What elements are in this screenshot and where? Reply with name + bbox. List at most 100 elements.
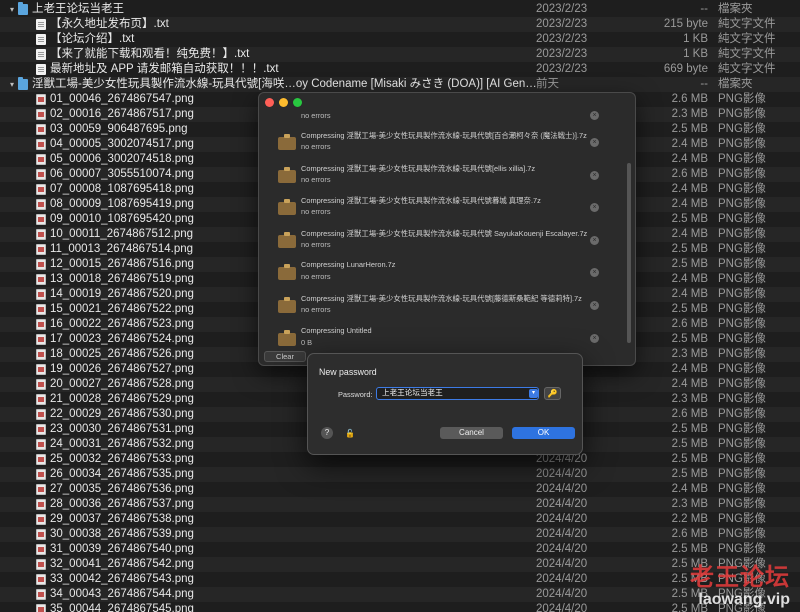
disclosure-chevron-icon [25, 452, 35, 467]
text-file-icon [36, 64, 46, 75]
image-file-icon [36, 379, 46, 390]
disclosure-chevron-icon[interactable]: ▾ [7, 2, 17, 17]
file-kind: PNG影像 [718, 228, 766, 240]
file-kind: PNG影像 [718, 453, 766, 465]
disclosure-chevron-icon [25, 437, 35, 452]
archive-icon [277, 295, 297, 315]
file-size: 2.4 MB [671, 378, 708, 390]
file-size: -- [700, 3, 708, 15]
file-kind: PNG影像 [718, 513, 766, 525]
file-kind: 純文字文件 [718, 18, 776, 30]
disclosure-chevron-icon[interactable]: ▾ [7, 77, 17, 92]
file-size: 2.4 MB [671, 483, 708, 495]
file-row[interactable]: 27_00035_2674867536.png 2024/4/20 2.4 MB PN… [0, 482, 800, 497]
stop-icon[interactable]: × [590, 138, 599, 147]
file-row[interactable]: 30_00038_2674867539.png 2024/4/20 2.6 MB PN… [0, 527, 800, 542]
file-kind: PNG影像 [718, 393, 766, 405]
task-name: Compressing 淫獸工場-美少女性玩具製作流水線-玩具代號暮城 真理奈.… [301, 196, 541, 206]
file-row[interactable]: 【永久地址发布页】.txt 2023/2/23 215 byte 純文字文件 [0, 17, 800, 32]
disclosure-chevron-icon [25, 152, 35, 167]
disclosure-chevron-icon [25, 347, 35, 362]
text-file-icon [36, 19, 46, 30]
folder-row[interactable]: ▾ 上老王论坛当老王 2023/2/23 -- 檔案夾 [0, 2, 800, 17]
file-date: 2023/2/23 [536, 18, 588, 30]
file-name: 【论坛介绍】.txt [50, 33, 135, 45]
task-status: no errors [301, 304, 331, 314]
file-date: 2024/4/20 [536, 543, 588, 555]
task-list: no errors × Compressing 淫獸工場-美少女性玩具製作流水線-玩… [267, 111, 623, 353]
compression-task: Compressing 淫獸工場-美少女性玩具製作流水線-玩具代號暮城 真理奈.… [267, 192, 623, 225]
image-file-icon [36, 559, 46, 570]
compression-task: Compressing Untitled 0 B × [267, 323, 623, 353]
disclosure-chevron-icon [25, 107, 35, 122]
file-kind: PNG影像 [718, 558, 766, 570]
task-status: no errors [301, 272, 331, 282]
file-kind: PNG影像 [718, 468, 766, 480]
file-name: 31_00039_2674867540.png [50, 543, 194, 555]
file-row[interactable]: 28_00036_2674867537.png 2024/4/20 2.3 MB PN… [0, 497, 800, 512]
password-input[interactable]: 上老王论坛当老王 [376, 387, 539, 400]
clear-button[interactable]: Clear [264, 351, 306, 362]
unlock-icon[interactable]: 🔓 [345, 429, 355, 438]
file-kind: PNG影像 [718, 273, 766, 285]
file-row[interactable]: 【论坛介绍】.txt 2023/2/23 1 KB 純文字文件 [0, 32, 800, 47]
compression-task: Compressing 淫獸工場-美少女性玩具製作流水線-玩具代號[百合瀬柯々奈… [267, 127, 623, 160]
file-date: 2023/2/23 [536, 33, 588, 45]
help-button[interactable]: ? [321, 427, 333, 439]
file-row[interactable]: 【来了就能下载和观看！纯免费！】.txt 2023/2/23 1 KB 純文字文件 [0, 47, 800, 62]
file-row[interactable]: 32_00041_2674867542.png 2024/4/20 2.5 MB PN… [0, 557, 800, 572]
stop-icon[interactable]: × [590, 300, 599, 310]
image-file-icon [36, 124, 46, 135]
task-list-scrollbar[interactable] [627, 163, 631, 343]
file-row[interactable]: 最新地址及 APP 请发邮箱自动获取！！！.txt 2023/2/23 669 by… [0, 62, 800, 77]
password-label: Password: [338, 390, 373, 399]
file-kind: PNG影像 [718, 528, 766, 540]
file-name: 34_00043_2674867544.png [50, 588, 194, 600]
file-row[interactable]: 26_00034_2674867535.png 2024/4/20 2.5 MB PN… [0, 467, 800, 482]
file-size: 2.5 MB [671, 558, 708, 570]
stop-icon[interactable]: × [590, 203, 599, 213]
key-icon[interactable]: 🔑 [544, 387, 561, 400]
file-kind: PNG影像 [718, 303, 766, 315]
image-file-icon [36, 199, 46, 210]
chevron-down-icon[interactable]: ▾ [529, 389, 538, 398]
close-window-button[interactable] [265, 98, 274, 107]
zoom-window-button[interactable] [293, 98, 302, 107]
stop-icon[interactable]: × [590, 170, 599, 180]
disclosure-chevron-icon [25, 392, 35, 407]
cancel-button[interactable]: Cancel [440, 427, 503, 439]
stop-icon[interactable]: × [590, 268, 599, 278]
file-row[interactable]: 29_00037_2674867538.png 2024/4/20 2.2 MB PN… [0, 512, 800, 527]
file-kind: 純文字文件 [718, 48, 776, 60]
file-size: 2.6 MB [671, 318, 708, 330]
disclosure-chevron-icon [25, 482, 35, 497]
stop-icon[interactable]: × [590, 235, 599, 245]
minimize-window-button[interactable] [279, 98, 288, 107]
file-row[interactable]: 33_00042_2674867543.png 2024/4/20 2.5 MB PN… [0, 572, 800, 587]
task-name: Compressing 淫獸工場-美少女性玩具製作流水線-玩具代號[藤德斯桑範紀… [301, 293, 582, 303]
file-name: 32_00041_2674867542.png [50, 558, 194, 570]
file-size: 2.5 MB [671, 258, 708, 270]
stop-icon[interactable]: × [590, 111, 599, 120]
disclosure-chevron-icon [25, 287, 35, 302]
image-file-icon [36, 574, 46, 585]
file-kind: PNG影像 [718, 363, 766, 375]
file-row[interactable]: 31_00039_2674867540.png 2024/4/20 2.5 MB PN… [0, 542, 800, 557]
ok-button[interactable]: OK [512, 427, 575, 439]
file-size: 215 byte [663, 18, 708, 30]
file-name: 最新地址及 APP 请发邮箱自动获取！！！.txt [50, 63, 279, 75]
disclosure-chevron-icon [25, 167, 35, 182]
stop-icon[interactable]: × [590, 333, 599, 343]
image-file-icon [36, 184, 46, 195]
file-row[interactable]: 34_00043_2674867544.png 2024/4/20 2.5 MB PN… [0, 587, 800, 602]
task-status: no errors [301, 239, 331, 249]
file-size: 2.3 MB [671, 393, 708, 405]
file-kind: PNG影像 [718, 498, 766, 510]
image-file-icon [36, 214, 46, 225]
folder-row[interactable]: ▾ 淫獸工場-美少女性玩具製作流水線-玩具代號[海咲…oy Codename [M… [0, 77, 800, 92]
file-name: 27_00035_2674867536.png [50, 483, 194, 495]
archive-icon [277, 165, 297, 185]
file-size: 2.5 MB [671, 423, 708, 435]
file-row[interactable]: 35_00044_2674867545.png 2024/4/20 2.5 MB PN… [0, 602, 800, 612]
file-date: 2023/2/23 [536, 48, 588, 60]
